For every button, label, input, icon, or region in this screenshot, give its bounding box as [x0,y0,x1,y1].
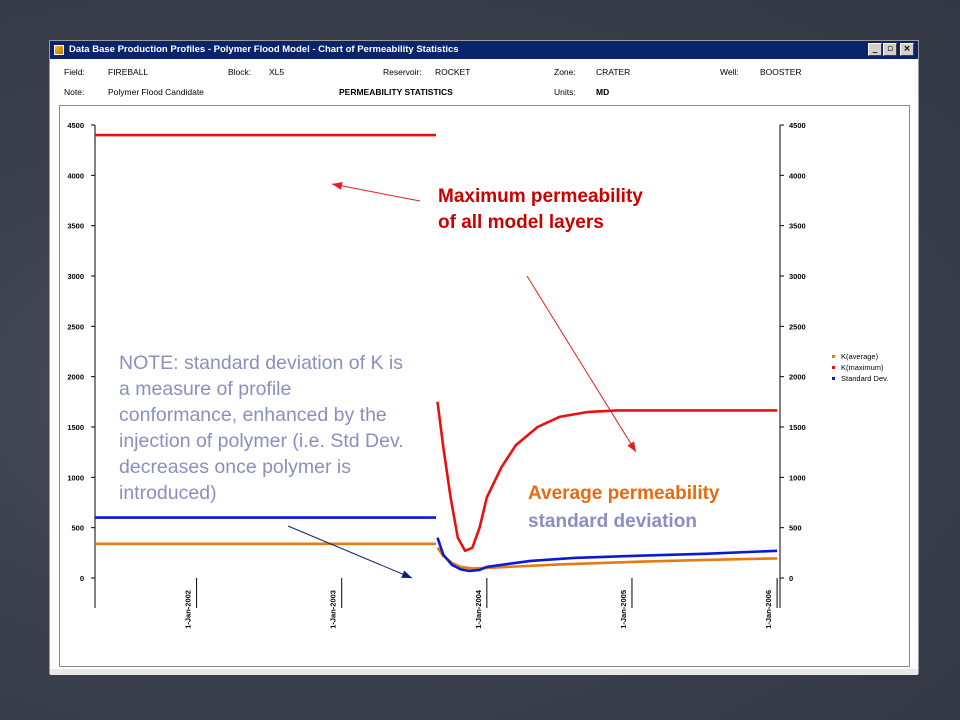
legend-item-kavg-marker [832,355,835,358]
y-tick-label-right: 4500 [789,121,806,130]
arrow-to-std-dev-drop-head [401,570,412,578]
y-tick-label-left: 500 [71,524,84,533]
y-tick-label-left: 2000 [67,373,84,382]
legend-item-kavg-label: K(average) [841,352,879,361]
x-tick-label: 1-Jan-2006 [764,590,773,629]
y-tick-label-right: 1500 [789,423,806,432]
x-tick-label: 1-Jan-2005 [619,590,628,629]
legend-item-kmax-label: K(maximum) [841,363,884,372]
y-tick-label-left: 0 [80,574,84,583]
legend-item-std-dev-label: Standard Dev. [841,374,888,383]
y-tick-label-right: 2000 [789,373,806,382]
y-tick-label-right: 4000 [789,171,806,180]
y-tick-label-right: 0 [789,574,793,583]
x-tick-label: 1-Jan-2002 [184,590,193,629]
y-tick-label-right: 2500 [789,322,806,331]
chart-legend: K(average) K(maximum) Standard Dev. [832,352,888,383]
arrow-to-kmax-late-head [627,441,636,452]
legend-item-std-dev-marker [832,377,835,380]
arrow-to-kmax-initial-shaft [331,183,421,202]
y-tick-label-left: 4000 [67,171,84,180]
x-tick-label: 1-Jan-2004 [474,589,483,629]
annotation-std-dev: standard deviation [528,511,697,532]
y-tick-label-left: 3000 [67,272,84,281]
y-tick-label-left: 3500 [67,222,84,231]
y-tick-label-left: 2500 [67,322,84,331]
y-tick-label-left: 1000 [67,473,84,482]
y-tick-label-right: 3000 [789,272,806,281]
annotation-note: NOTE: standard deviation of K is a measu… [119,352,404,504]
x-tick-label: 1-Jan-2003 [329,590,338,629]
arrow-to-std-dev-drop-shaft [287,525,413,579]
annotation-average: Average permeability [528,483,720,504]
y-tick-label-right: 500 [789,524,802,533]
y-tick-label-left: 4500 [67,121,84,130]
arrow-to-kmax-initial-head [332,181,343,190]
y-tick-label-right: 1000 [789,473,806,482]
series-kavg-after [436,547,778,570]
annotation-maximum: Maximum permeability of all model layers [438,186,643,233]
series-std-dev-after [436,537,778,573]
y-tick-label-right: 3500 [789,222,806,231]
y-tick-label-left: 1500 [67,423,84,432]
legend-item-kmax-marker [832,366,835,369]
